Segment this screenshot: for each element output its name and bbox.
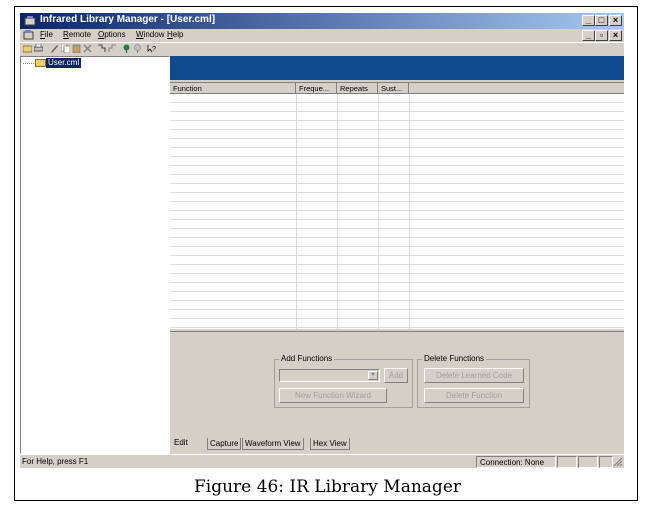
- tree-view[interactable]: User.cml: [20, 56, 170, 454]
- open-icon[interactable]: [23, 44, 32, 53]
- status-help-text: For Help, press F1: [22, 457, 89, 466]
- close-button[interactable]: ×: [609, 15, 622, 26]
- function-combo[interactable]: ▼: [279, 369, 380, 382]
- edit-icon[interactable]: [50, 44, 59, 53]
- new-function-wizard-button[interactable]: New Function Wizard: [279, 388, 387, 403]
- resize-grip-icon[interactable]: [613, 457, 623, 467]
- tab-hex-view[interactable]: Hex View: [310, 438, 350, 450]
- menu-window[interactable]: Window: [136, 30, 164, 39]
- status-pane-2: [578, 456, 598, 468]
- send-icon[interactable]: [122, 44, 131, 53]
- column-filler: [409, 83, 624, 94]
- delete-learned-code-button[interactable]: Delete Learned Code: [424, 368, 524, 383]
- menu-remote[interactable]: Remote: [63, 30, 91, 39]
- mdi-close-button[interactable]: ×: [609, 30, 622, 41]
- chevron-down-icon[interactable]: ▼: [368, 371, 378, 380]
- delete-functions-legend: Delete Functions: [422, 354, 487, 363]
- tab-waveform-view[interactable]: Waveform View: [242, 438, 304, 450]
- column-repeats[interactable]: Repeats: [337, 83, 378, 94]
- function-panel: Add Functions ▼ Add New Function Wizard …: [170, 331, 624, 436]
- capture-icon[interactable]: [97, 44, 106, 53]
- list-grid: [170, 94, 624, 329]
- receive-icon[interactable]: [133, 44, 142, 53]
- document-icon[interactable]: [23, 30, 34, 40]
- status-bar: For Help, press F1 Connection: None: [20, 454, 624, 469]
- delete-icon[interactable]: [83, 44, 92, 53]
- toolbar: ?: [20, 42, 624, 56]
- window-title: Infrared Library Manager - [User.cml]: [40, 14, 216, 25]
- delete-function-button[interactable]: Delete Function: [424, 388, 524, 403]
- minimize-button[interactable]: _: [582, 15, 595, 26]
- connection-status: Connection: None: [476, 456, 556, 468]
- tab-capture[interactable]: Capture: [207, 438, 242, 450]
- menu-file[interactable]: File: [40, 30, 53, 39]
- add-functions-group: Add Functions ▼ Add New Function Wizard: [274, 354, 413, 408]
- menu-help[interactable]: Help: [167, 30, 183, 39]
- function-list[interactable]: Function Freque... Repeats Sust...: [170, 82, 624, 329]
- list-header: Function Freque... Repeats Sust...: [170, 83, 624, 94]
- maximize-button[interactable]: □: [595, 15, 608, 26]
- paste-icon[interactable]: [72, 44, 81, 53]
- tab-edit[interactable]: Edit: [172, 437, 190, 451]
- mdi-minimize-button[interactable]: _: [582, 30, 595, 41]
- editor-pane: Function Freque... Repeats Sust... Add F…: [170, 56, 624, 454]
- copy-icon[interactable]: [61, 44, 70, 53]
- help-icon[interactable]: ?: [147, 44, 158, 53]
- add-button[interactable]: Add: [384, 368, 408, 383]
- svg-text:?: ?: [152, 46, 156, 53]
- status-pane-3: [599, 456, 613, 468]
- tree-connector: [23, 63, 34, 64]
- column-sustain[interactable]: Sust...: [378, 83, 409, 94]
- add-functions-legend: Add Functions: [279, 354, 335, 363]
- menu-options[interactable]: Options: [98, 30, 126, 39]
- print-icon[interactable]: [34, 44, 43, 53]
- header-banner: [170, 56, 624, 80]
- app-window: Infrared Library Manager - [User.cml] _ …: [20, 13, 624, 468]
- tree-item-user-cml[interactable]: User.cml: [46, 58, 82, 68]
- delete-functions-group: Delete Functions Delete Learned Code Del…: [417, 354, 530, 408]
- column-frequency[interactable]: Freque...: [296, 83, 337, 94]
- tab-strip: Edit Capture Waveform View Hex View: [170, 437, 624, 454]
- mdi-restore-button[interactable]: ▫: [595, 30, 608, 41]
- status-pane-1: [557, 456, 577, 468]
- menu-bar: File Remote Options Window Help _ ▫ ×: [20, 29, 624, 42]
- figure-caption: Figure 46: IR Library Manager: [193, 477, 462, 497]
- app-icon: [24, 16, 36, 26]
- learn-icon[interactable]: [108, 44, 117, 53]
- column-function[interactable]: Function: [170, 83, 296, 94]
- title-bar[interactable]: Infrared Library Manager - [User.cml] _ …: [20, 13, 624, 29]
- folder-icon: [35, 59, 46, 67]
